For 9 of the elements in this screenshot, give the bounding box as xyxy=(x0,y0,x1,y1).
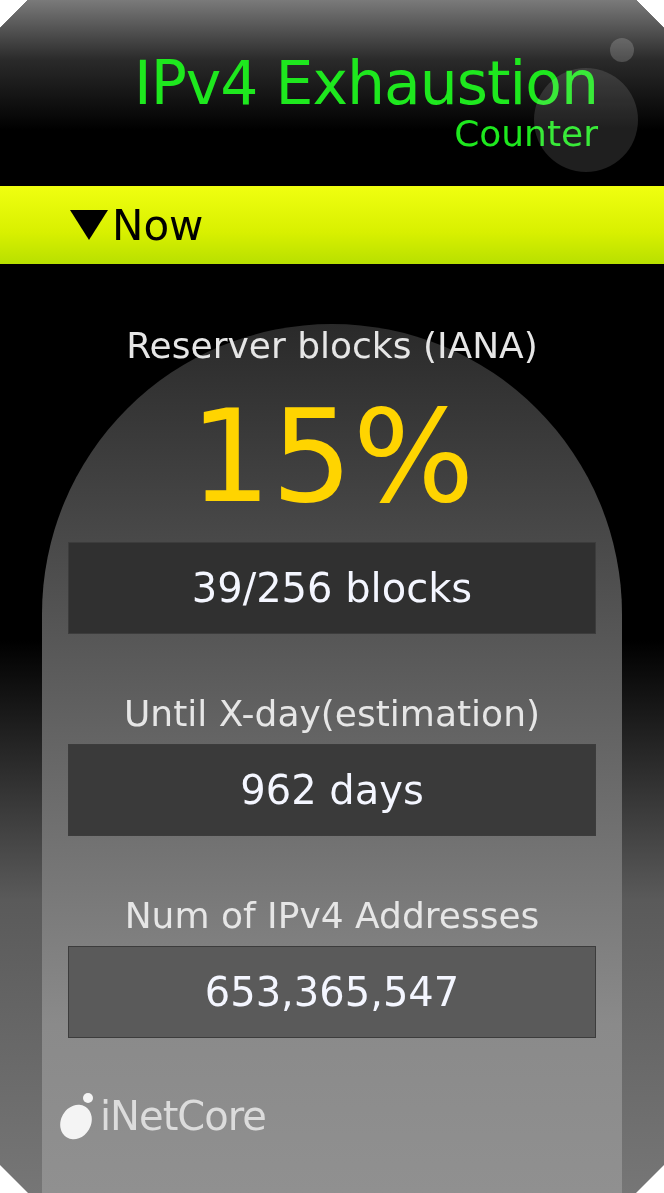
stat-label: Until X-day(estimation) xyxy=(124,692,540,736)
stat-label: Num of IPv4 Addresses xyxy=(124,894,540,938)
brand-logo: iNetCore xyxy=(100,1093,266,1139)
section-header[interactable]: Now xyxy=(0,186,664,264)
percent-value: 15% xyxy=(189,382,475,532)
stat-label: Reserver blocks (IANA) xyxy=(126,324,538,368)
stat-value: 653,365,547 xyxy=(68,946,596,1038)
stat-value: 962 days xyxy=(68,744,596,836)
stat-value: 39/256 blocks xyxy=(68,542,596,634)
